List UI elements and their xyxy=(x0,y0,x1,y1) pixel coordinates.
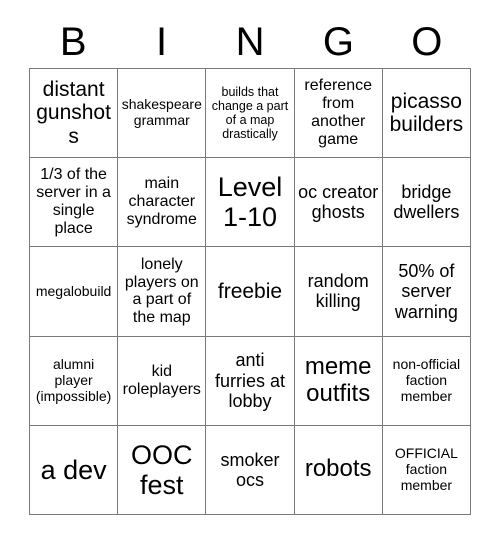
bingo-cell-label: robots xyxy=(304,455,372,483)
bingo-cell-label: bridge dwellers xyxy=(393,182,460,223)
bingo-cell-label: builds that change a part of a map drast… xyxy=(211,85,289,142)
bingo-cell-r1c4[interactable]: reference from another game xyxy=(294,69,383,159)
bingo-cell-r5c3[interactable]: smoker ocs xyxy=(206,425,295,515)
bingo-cell-r4c4[interactable]: meme outfits xyxy=(294,336,383,426)
bingo-header-letter-n: N xyxy=(235,20,265,64)
bingo-cell-label: a dev xyxy=(40,454,107,485)
bingo-cell-r2c3[interactable]: Level 1-10 xyxy=(206,158,295,248)
bingo-cell-r1c5[interactable]: picasso builders xyxy=(382,69,471,159)
bingo-card: B I N G O distant gunshots shakespeare gramma… xyxy=(0,0,500,544)
bingo-grid: distant gunshots shakespeare grammar build… xyxy=(29,68,471,515)
bingo-cell-label: meme outfits xyxy=(304,352,372,407)
bingo-header-letter-o: O xyxy=(411,20,443,64)
bingo-cell-r5c4[interactable]: robots xyxy=(294,425,383,515)
bingo-cell-label: kid roleplayers xyxy=(122,362,201,398)
bingo-cell-label: 1/3 of the server in a single place xyxy=(36,166,111,238)
bingo-cell-label: oc creator ghosts xyxy=(298,182,379,223)
bingo-cell-label: distant gunshots xyxy=(36,77,111,148)
bingo-cell-label: alumni player (impossible) xyxy=(35,356,112,404)
bingo-cell-r2c4[interactable]: oc creator ghosts xyxy=(294,158,383,248)
bingo-cell-label: shakespeare grammar xyxy=(121,96,202,129)
bingo-cell-r2c1[interactable]: 1/3 of the server in a single place xyxy=(30,158,119,248)
bingo-cell-label: megalobuild xyxy=(35,282,112,299)
bingo-header-letter-g: G xyxy=(322,20,354,64)
bingo-header: BINGO xyxy=(29,18,471,66)
bingo-cell-r1c1[interactable]: distant gunshots xyxy=(30,69,119,159)
bingo-cell-r2c2[interactable]: main character syndrome xyxy=(118,158,207,248)
bingo-cell-label: smoker ocs xyxy=(220,449,280,490)
bingo-cell-r1c3[interactable]: builds that change a part of a map drast… xyxy=(206,69,295,159)
bingo-cell-r5c5[interactable]: OFFICIAL faction member xyxy=(382,425,471,515)
bingo-header-letter-b: B xyxy=(59,20,87,64)
bingo-cell-r5c1[interactable]: a dev xyxy=(30,425,119,515)
bingo-cell-r2c5[interactable]: bridge dwellers xyxy=(382,158,471,248)
bingo-cell-r3c4[interactable]: random killing xyxy=(294,247,383,337)
bingo-cell-r4c3[interactable]: anti furries at lobby xyxy=(206,336,295,426)
bingo-cell-label: lonely players on a part of the map xyxy=(124,255,199,327)
bingo-cell-label: Level 1-10 xyxy=(217,172,283,233)
bingo-cell-r1c2[interactable]: shakespeare grammar xyxy=(118,69,207,159)
bingo-cell-r3c2[interactable]: lonely players on a part of the map xyxy=(118,247,207,337)
bingo-cell-label: freebie xyxy=(217,279,283,303)
bingo-cell-label: reference from another game xyxy=(304,77,372,148)
bingo-cell-label: OFFICIAL faction member xyxy=(394,445,458,493)
bingo-cell-label: random killing xyxy=(307,271,369,312)
bingo-cell-label: 50% of server warning xyxy=(394,261,458,322)
bingo-cell-r5c2[interactable]: OOC fest xyxy=(118,425,207,515)
bingo-header-letter-i: I xyxy=(156,20,168,64)
bingo-cell-r3c5[interactable]: 50% of server warning xyxy=(382,247,471,337)
bingo-cell-label: picasso builders xyxy=(389,89,464,137)
bingo-cell-label: OOC fest xyxy=(131,439,193,500)
bingo-cell-r4c5[interactable]: non-official faction member xyxy=(382,336,471,426)
bingo-cell-r3c1[interactable]: megalobuild xyxy=(30,247,119,337)
bingo-cell-label: anti furries at lobby xyxy=(214,350,285,411)
bingo-cell-r4c1[interactable]: alumni player (impossible) xyxy=(30,336,119,426)
bingo-cell-r3c3[interactable]: freebie xyxy=(206,247,295,337)
bingo-cell-r4c2[interactable]: kid roleplayers xyxy=(118,336,207,426)
bingo-cell-label: main character syndrome xyxy=(126,175,197,229)
bingo-cell-label: non-official faction member xyxy=(392,356,461,404)
